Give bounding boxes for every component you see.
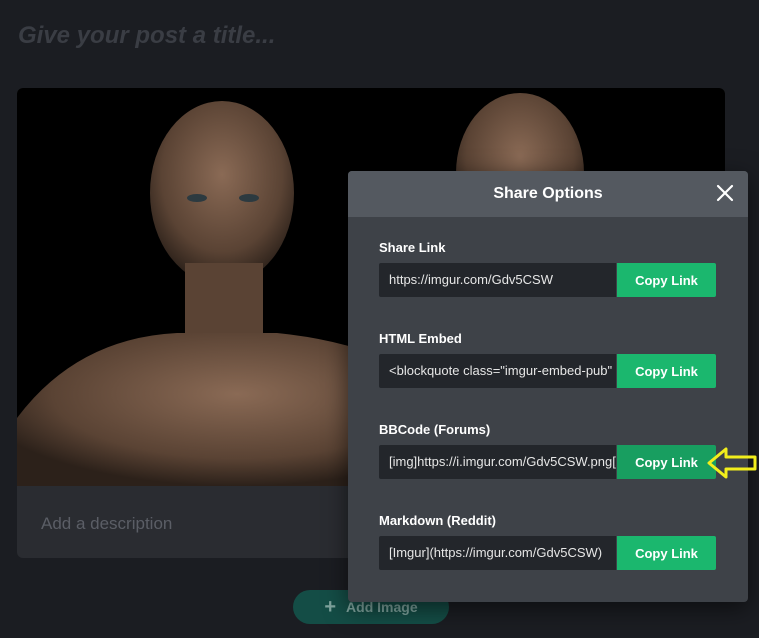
bbcode-label: BBCode (Forums) [379,422,491,437]
copy-share-link-button[interactable]: Copy Link [617,263,716,297]
html-embed-field[interactable]: <blockquote class="imgur-embed-pub" lang… [379,354,616,388]
copy-html-embed-button[interactable]: Copy Link [617,354,716,388]
markdown-label: Markdown (Reddit) [379,513,496,528]
modal-title: Share Options [493,185,603,202]
copy-bbcode-button[interactable]: Copy Link [617,445,716,479]
html-embed-label: HTML Embed [379,331,462,346]
bbcode-field[interactable]: [img]https://i.imgur.com/Gdv5CSW.png[/im… [379,445,616,479]
modal-header: Share Options [348,171,748,217]
share-options-modal: Share Options Share Link https://imgur.c… [348,171,748,602]
arrow-left-icon [707,447,757,479]
markdown-field[interactable]: [Imgur](https://imgur.com/Gdv5CSW) [379,536,616,570]
plus-icon: + [324,596,337,618]
copy-markdown-button[interactable]: Copy Link [617,536,716,570]
share-link-label: Share Link [379,240,446,255]
description-input[interactable]: Add a description [41,514,172,534]
share-link-field[interactable]: https://imgur.com/Gdv5CSW [379,263,616,297]
close-icon [716,184,734,202]
post-title-input[interactable]: Give your post a title... [18,22,275,50]
close-button[interactable] [714,182,736,204]
